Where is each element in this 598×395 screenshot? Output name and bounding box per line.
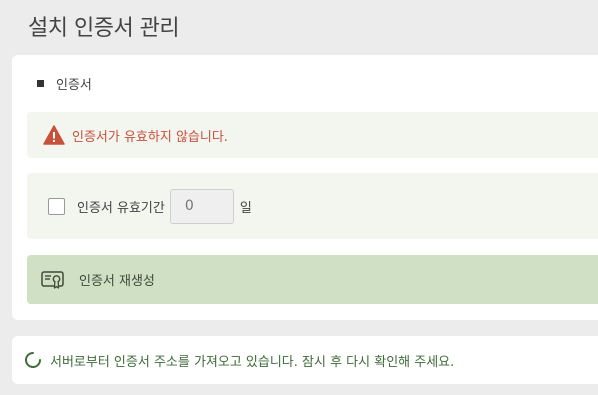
certificate-invalid-alert: 인증서가 유효하지 않습니다.	[27, 112, 598, 158]
page-title: 설치 인증서 관리	[28, 16, 180, 41]
validity-unit-label: 일	[239, 200, 252, 216]
validity-checkbox[interactable]	[48, 197, 65, 215]
validity-row: 인증서 유효기간 일	[27, 173, 598, 239]
regenerate-certificate-label: 인증서 재생성	[79, 274, 155, 289]
regenerate-certificate-button[interactable]: 인증서 재생성	[27, 255, 598, 304]
bullet-icon	[37, 79, 44, 87]
alert-message: 인증서가 유효하지 않습니다.	[72, 129, 228, 145]
warning-triangle-icon	[43, 125, 65, 145]
certificate-icon	[41, 270, 64, 289]
status-message: 서버로부터 인증서 주소를 가져오고 있습니다. 잠시 후 다시 확인해 주세요…	[50, 354, 455, 370]
spinner-icon	[25, 352, 41, 368]
validity-days-input[interactable]	[169, 188, 234, 224]
validity-label: 인증서 유효기간	[77, 200, 165, 216]
status-bar: 서버로부터 인증서 주소를 가져오고 있습니다. 잠시 후 다시 확인해 주세요…	[12, 336, 598, 384]
section-heading-label: 인증서	[56, 77, 92, 93]
section-heading: 인증서	[26, 74, 92, 93]
